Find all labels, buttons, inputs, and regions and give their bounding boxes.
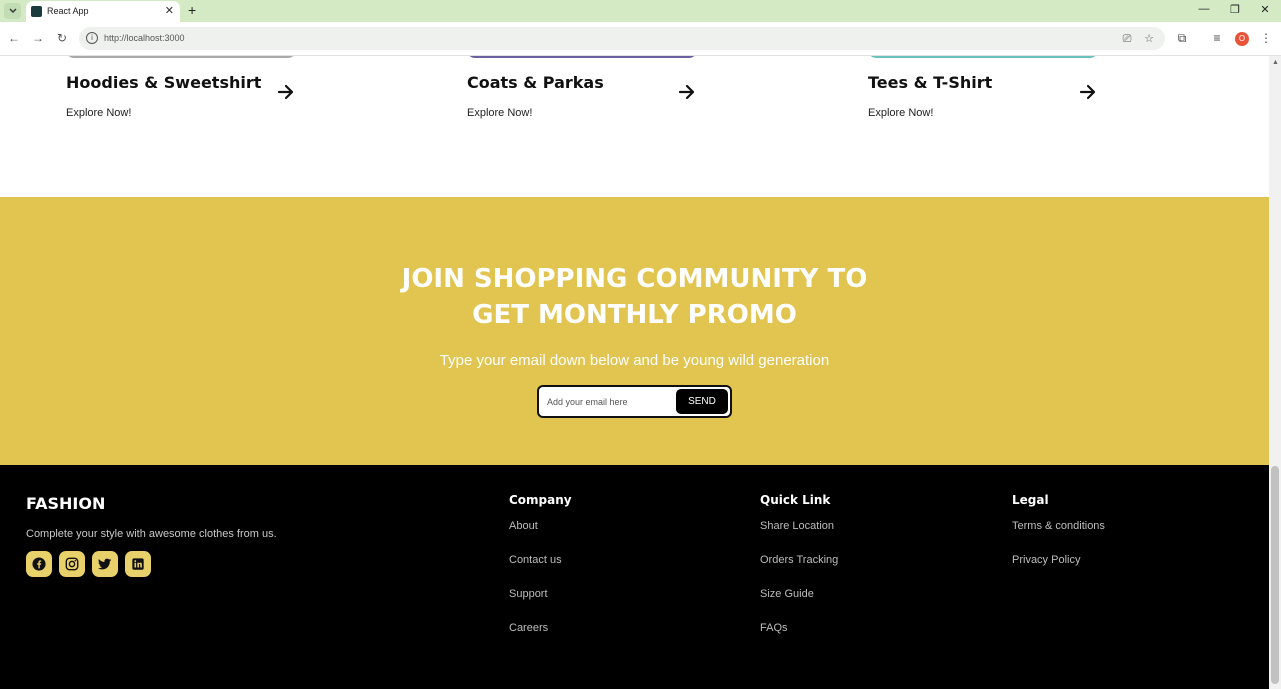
linkedin-button[interactable] (125, 551, 151, 577)
newsletter-title-line1: JOIN SHOPPING COMMUNITY TO (401, 264, 868, 294)
extensions-icon[interactable]: ⧉ (1174, 30, 1190, 46)
footer-column-company: Company About Contact us Support Careers (509, 493, 572, 656)
social-links (26, 551, 151, 577)
explore-link[interactable]: Explore Now! (66, 107, 131, 119)
footer-link-privacy[interactable]: Privacy Policy (1012, 554, 1105, 588)
minimize-icon[interactable]: — (1197, 3, 1211, 15)
category-card-hoodies[interactable]: Hoodies & Sweetshirt Explore Now! (66, 56, 306, 136)
footer-link-size-guide[interactable]: Size Guide (760, 588, 838, 622)
install-app-icon[interactable]: ⎚ (1120, 32, 1134, 46)
footer-link-faqs[interactable]: FAQs (760, 622, 838, 656)
footer-link-about[interactable]: About (509, 520, 572, 554)
arrow-right-icon[interactable] (1078, 82, 1098, 102)
new-tab-icon[interactable]: + (188, 2, 196, 18)
scroll-up-icon[interactable]: ▲ (1272, 59, 1279, 66)
reload-icon[interactable]: ↻ (54, 30, 70, 46)
chrome-menu-icon[interactable]: ⋮ (1258, 30, 1274, 46)
bookmark-star-icon[interactable]: ☆ (1142, 32, 1156, 46)
tab-search-button[interactable] (4, 3, 21, 19)
page-viewport: Hoodies & Sweetshirt Explore Now! Coats … (0, 56, 1269, 689)
profile-avatar[interactable]: O (1235, 32, 1249, 46)
footer-link-contact[interactable]: Contact us (509, 554, 572, 588)
footer-brand[interactable]: FASHION (26, 494, 105, 513)
restore-icon[interactable]: ❐ (1228, 3, 1242, 16)
page-scrollbar[interactable]: ▲ (1269, 56, 1281, 689)
address-toolbar: ← → ↻ i http://localhost:3000 ⎚ ☆ (0, 22, 1281, 56)
category-title: Coats & Parkas (467, 73, 604, 92)
facebook-icon (32, 557, 46, 571)
category-card-tees[interactable]: Tees & T-Shirt Explore Now! (868, 56, 1108, 136)
site-footer: FASHION Complete your style with awesome… (0, 465, 1269, 689)
omnibox[interactable]: i http://localhost:3000 ⎚ ☆ (79, 27, 1165, 50)
footer-link-orders-tracking[interactable]: Orders Tracking (760, 554, 838, 588)
url-text[interactable]: http://localhost:3000 (104, 33, 185, 43)
newsletter-title-line2: GET MONTHLY PROMO (472, 300, 797, 330)
arrow-right-icon[interactable] (276, 82, 296, 102)
tab-close-icon[interactable]: ✕ (165, 4, 174, 17)
react-favicon-icon (31, 6, 42, 17)
chevron-down-icon (9, 8, 16, 13)
arrow-right-icon[interactable] (677, 82, 697, 102)
email-input[interactable] (547, 392, 672, 412)
category-title: Hoodies & Sweetshirt (66, 73, 262, 92)
footer-link-terms[interactable]: Terms & conditions (1012, 520, 1105, 554)
explore-link[interactable]: Explore Now! (868, 107, 933, 119)
linkedin-icon (132, 558, 144, 570)
footer-link-careers[interactable]: Careers (509, 622, 572, 656)
instagram-icon (65, 557, 79, 571)
newsletter-title: JOIN SHOPPING COMMUNITY TO GET MONTHLY P… (0, 261, 1269, 333)
twitter-button[interactable] (92, 551, 118, 577)
instagram-button[interactable] (59, 551, 85, 577)
scrollbar-thumb[interactable] (1271, 466, 1279, 684)
newsletter-section: JOIN SHOPPING COMMUNITY TO GET MONTHLY P… (0, 197, 1269, 465)
footer-column-title: Company (509, 493, 572, 507)
footer-link-support[interactable]: Support (509, 588, 572, 622)
footer-link-share-location[interactable]: Share Location (760, 520, 838, 554)
category-image[interactable] (868, 56, 1098, 58)
window-close-icon[interactable]: ✕ (1258, 3, 1272, 16)
forward-icon[interactable]: → (30, 30, 46, 46)
category-card-coats[interactable]: Coats & Parkas Explore Now! (467, 56, 707, 136)
footer-column-legal: Legal Terms & conditions Privacy Policy (1012, 493, 1105, 588)
browser-tab-strip: React App ✕ + — ❐ ✕ (0, 0, 1281, 22)
footer-column-title: Legal (1012, 493, 1049, 507)
category-title: Tees & T-Shirt (868, 73, 993, 92)
category-image[interactable] (467, 56, 697, 58)
back-icon[interactable]: ← (6, 30, 22, 46)
newsletter-form: SEND (537, 385, 732, 418)
twitter-icon (98, 558, 112, 570)
browser-tab[interactable]: React App ✕ (26, 1, 180, 22)
facebook-button[interactable] (26, 551, 52, 577)
explore-link[interactable]: Explore Now! (467, 107, 532, 119)
category-image[interactable] (66, 56, 296, 58)
tab-title: React App (47, 6, 89, 16)
footer-tagline: Complete your style with awesome clothes… (26, 528, 277, 540)
send-button[interactable]: SEND (676, 389, 728, 414)
newsletter-subtitle: Type your email down below and be young … (439, 352, 830, 369)
site-info-icon[interactable]: i (86, 32, 98, 44)
footer-column-quick-link: Quick Link Share Location Orders Trackin… (760, 493, 838, 656)
footer-column-title: Quick Link (760, 493, 831, 507)
media-controls-icon[interactable]: ≡ (1209, 30, 1225, 46)
